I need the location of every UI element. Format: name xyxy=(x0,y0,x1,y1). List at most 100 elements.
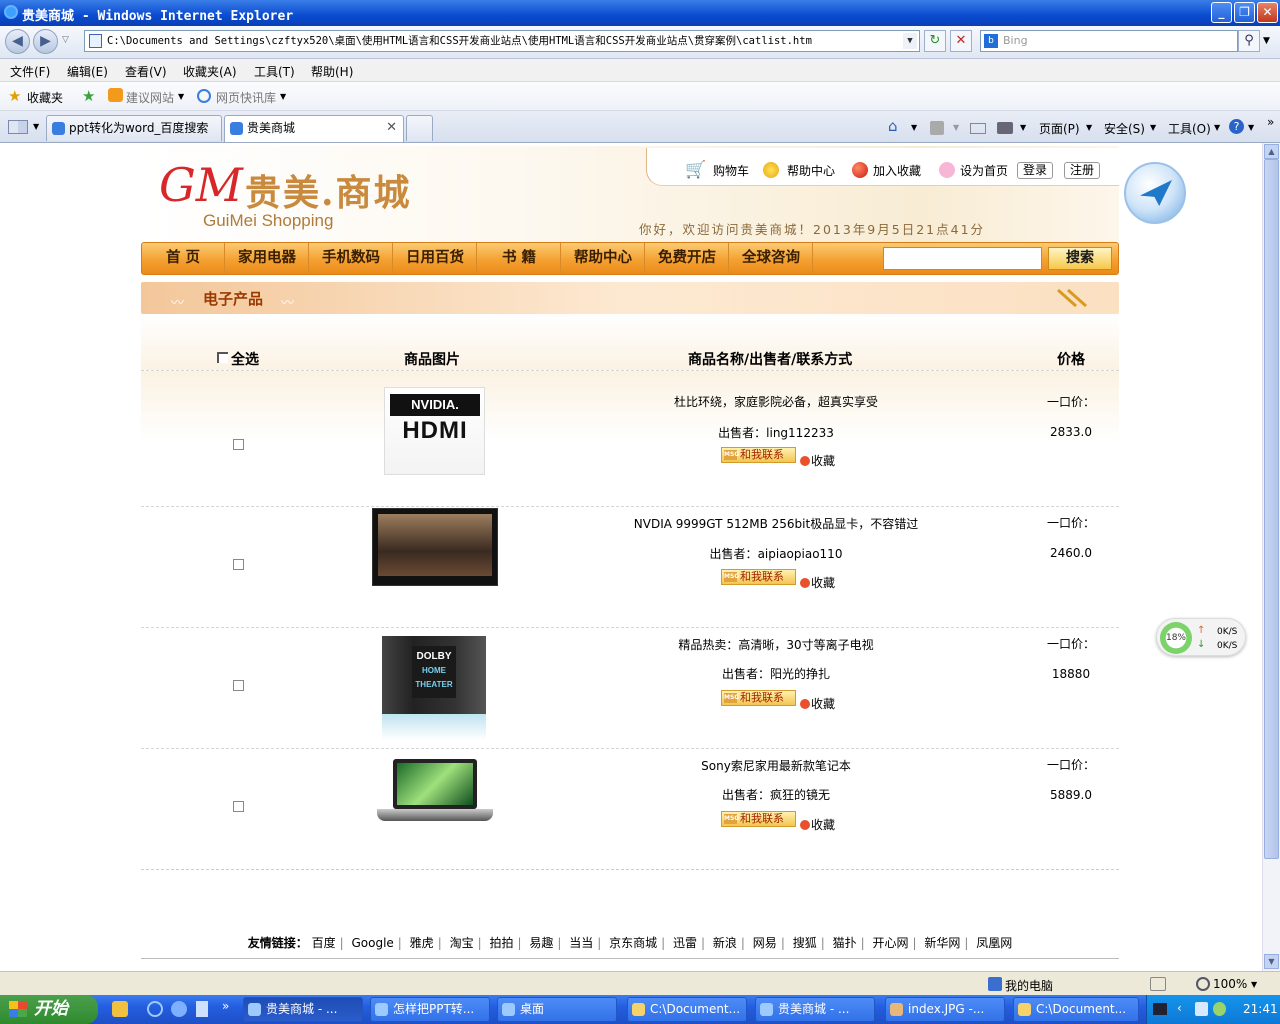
tray-app-icon[interactable] xyxy=(1213,1002,1226,1016)
contact-button[interactable]: MSG 和我联系 xyxy=(721,690,796,706)
stop-button[interactable]: ✕ xyxy=(950,30,972,52)
friend-link[interactable]: 淘宝 xyxy=(450,936,474,950)
product-image-laptop[interactable] xyxy=(375,759,495,829)
protected-mode-icon[interactable] xyxy=(1150,977,1166,991)
feeds-icon[interactable] xyxy=(930,121,944,135)
chevron-down-icon[interactable]: ▼ xyxy=(1150,123,1156,132)
minimize-button[interactable]: _ xyxy=(1211,2,1232,23)
home-icon[interactable]: ⌂ xyxy=(888,117,898,135)
zoom-level[interactable]: 100% xyxy=(1213,977,1247,991)
contact-button[interactable]: MSG 和我联系 xyxy=(721,811,796,827)
search-button[interactable]: ⚲ xyxy=(1238,30,1260,52)
menu-edit[interactable]: 编辑(E) xyxy=(67,63,108,80)
favorite-link[interactable]: 收藏 xyxy=(800,695,835,712)
add-favorite-link[interactable]: 加入收藏 xyxy=(873,162,921,179)
contact-button[interactable]: MSG 和我联系 xyxy=(721,447,796,463)
scroll-up-icon[interactable]: ▲ xyxy=(1264,144,1279,159)
forward-button[interactable]: ▶ xyxy=(33,29,58,54)
address-input[interactable]: C:\Documents and Settings\czftyx520\桌面\使… xyxy=(84,30,920,52)
chevron-down-icon[interactable]: ▼ xyxy=(1020,123,1026,132)
page-menu[interactable]: 页面(P) xyxy=(1039,120,1080,137)
cart-link[interactable]: 购物车 xyxy=(713,162,749,179)
product-title[interactable]: 杜比环绕，家庭影院必备，超真实享受 xyxy=(541,393,1011,410)
help-icon[interactable]: ? xyxy=(1229,119,1244,134)
menu-file[interactable]: 文件(F) xyxy=(10,63,50,80)
friend-link[interactable]: 迅雷 xyxy=(673,936,697,950)
friend-link[interactable]: 百度 xyxy=(312,936,336,950)
nav-global-consult[interactable]: 全球咨询 xyxy=(730,243,813,274)
friend-link[interactable]: 拍拍 xyxy=(489,936,513,950)
chevron-down-icon[interactable]: ▼ xyxy=(1214,123,1220,132)
tools-menu[interactable]: 工具(O) xyxy=(1168,120,1211,137)
menu-favorites[interactable]: 收藏夹(A) xyxy=(183,63,237,80)
chevron-down-icon[interactable]: ▼ xyxy=(1248,123,1254,132)
site-search-input[interactable] xyxy=(883,247,1042,270)
search-input[interactable]: b Bing xyxy=(980,30,1238,52)
favorite-link[interactable]: 收藏 xyxy=(800,452,835,469)
nav-help[interactable]: 帮助中心 xyxy=(562,243,645,274)
add-favorite-icon[interactable]: ★ xyxy=(82,87,95,105)
friend-link[interactable]: 雅虎 xyxy=(410,936,434,950)
suggested-sites-link[interactable]: 建议网站 xyxy=(126,89,174,106)
row-checkbox[interactable] xyxy=(233,439,244,450)
chevron-down-icon[interactable]: ▼ xyxy=(178,92,184,101)
product-image-nvidia-hdmi[interactable]: NVIDIA. HDMI xyxy=(384,387,485,475)
keyboard-icon[interactable] xyxy=(1153,1003,1167,1015)
favorites-button[interactable]: 收藏夹 xyxy=(27,89,63,106)
taskbar-item[interactable]: C:\Document... xyxy=(627,997,747,1022)
favorite-link[interactable]: 收藏 xyxy=(800,816,835,833)
more-commands-icon[interactable]: » xyxy=(1267,115,1274,129)
quicklaunch-more-icon[interactable]: » xyxy=(222,999,229,1013)
friend-link[interactable]: 开心网 xyxy=(872,936,908,950)
chevron-down-icon[interactable]: ▼ xyxy=(911,123,917,132)
friend-link[interactable]: 新浪 xyxy=(713,936,737,950)
menu-tools[interactable]: 工具(T) xyxy=(254,63,295,80)
taskbar-item[interactable]: 怎样把PPT转... xyxy=(370,997,490,1022)
friend-link[interactable]: 网易 xyxy=(753,936,777,950)
quicklaunch-icon[interactable] xyxy=(196,1001,208,1017)
nav-open-shop[interactable]: 免费开店 xyxy=(646,243,729,274)
webslice-link[interactable]: 网页快讯库 xyxy=(216,89,276,106)
safety-menu[interactable]: 安全(S) xyxy=(1104,120,1145,137)
tab-list-icon[interactable]: ▼ xyxy=(33,122,39,131)
nav-books[interactable]: 书 籍 xyxy=(478,243,561,274)
network-monitor-widget[interactable]: 18% ↑ 0K/S ↓ 0K/S xyxy=(1156,618,1246,656)
help-center-link[interactable]: 帮助中心 xyxy=(787,162,835,179)
favorite-link[interactable]: 收藏 xyxy=(800,574,835,591)
taskbar-item[interactable]: 贵美商城 - ... xyxy=(755,997,875,1022)
contact-button[interactable]: MSG 和我联系 xyxy=(721,569,796,585)
shield-icon[interactable] xyxy=(1195,1002,1208,1016)
refresh-button[interactable]: ↻ xyxy=(924,30,946,52)
taskbar-item[interactable]: 贵美商城 - ... xyxy=(243,997,363,1022)
friend-link[interactable]: 猫扑 xyxy=(833,936,857,950)
friend-link[interactable]: 新华网 xyxy=(924,936,960,950)
set-homepage-link[interactable]: 设为首页 xyxy=(960,162,1008,179)
scroll-thumb[interactable] xyxy=(1264,159,1279,859)
vertical-scrollbar[interactable]: ▲ ▼ xyxy=(1262,143,1280,971)
tray-expand-icon[interactable]: ‹ xyxy=(1177,1001,1182,1015)
product-title[interactable]: 精品热卖：高清晰，30寸等离子电视 xyxy=(541,636,1011,653)
close-tab-icon[interactable]: ✕ xyxy=(386,116,397,140)
friend-link[interactable]: 京东商城 xyxy=(609,936,657,950)
quick-tabs-icon[interactable] xyxy=(8,120,28,134)
maximize-button[interactable]: ❐ xyxy=(1234,2,1255,23)
friend-link[interactable]: 搜狐 xyxy=(793,936,817,950)
friend-link[interactable]: 易趣 xyxy=(529,936,553,950)
start-button[interactable]: 开始 xyxy=(0,995,98,1024)
menu-help[interactable]: 帮助(H) xyxy=(311,63,353,80)
login-button[interactable]: 登录 xyxy=(1017,162,1054,179)
select-all-checkbox[interactable] xyxy=(217,352,228,363)
friend-link[interactable]: 凤凰网 xyxy=(976,936,1012,950)
nav-daily[interactable]: 日用百货 xyxy=(394,243,477,274)
product-title[interactable]: Sony索尼家用最新款笔记本 xyxy=(541,757,1011,774)
taskbar-item[interactable]: C:\Document... xyxy=(1013,997,1139,1022)
friend-link[interactable]: 当当 xyxy=(569,936,593,950)
nav-home[interactable]: 首 页 xyxy=(142,243,225,274)
product-image-monitor[interactable] xyxy=(372,508,498,586)
chevron-down-icon[interactable]: ▼ xyxy=(1251,980,1257,989)
quicklaunch-icon[interactable] xyxy=(171,1001,187,1017)
quicklaunch-icon[interactable] xyxy=(112,1001,128,1017)
history-dropdown-icon[interactable]: ▽ xyxy=(62,35,69,45)
print-icon[interactable] xyxy=(997,122,1013,134)
ie-quicklaunch-icon[interactable] xyxy=(147,1001,163,1017)
